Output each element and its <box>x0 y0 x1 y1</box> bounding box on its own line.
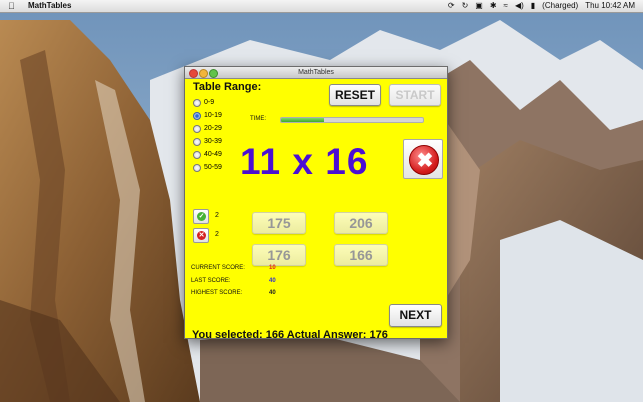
answer-button-4[interactable]: 166 <box>334 244 388 266</box>
range-option[interactable]: 30-39 <box>193 136 222 147</box>
window-title: MathTables <box>298 69 334 76</box>
volume-icon[interactable]: ◀) <box>515 0 524 12</box>
status-area: ⟳ ↻ ▣ ✱ ≈ ◀) ▮ (Charged) Thu 10:42 AM <box>448 0 635 12</box>
radio-button-icon[interactable] <box>193 150 201 159</box>
range-option[interactable]: 10-19 <box>193 110 222 121</box>
clock[interactable]: Thu 10:42 AM <box>585 0 635 12</box>
current-score-value: 10 <box>269 265 276 271</box>
range-option-label: 20-29 <box>204 125 222 132</box>
mathtables-window: MathTables Table Range: 0-9 10-19 20-29 30-… <box>184 66 448 341</box>
wrong-count-icon-box: ✕ <box>193 228 209 243</box>
range-option-label: 10-19 <box>204 112 222 119</box>
range-option-label: 0-9 <box>204 99 215 106</box>
range-option[interactable]: 50-59 <box>193 162 222 173</box>
range-option-label: 40-49 <box>204 151 222 158</box>
last-score-value: 40 <box>269 278 276 284</box>
bluetooth-icon[interactable]: ✱ <box>490 0 497 12</box>
battery-status[interactable]: (Charged) <box>542 0 578 12</box>
answer-button-3[interactable]: 176 <box>252 244 306 266</box>
radio-button-icon[interactable] <box>193 124 201 133</box>
menu-app-name[interactable]: MathTables <box>28 0 71 12</box>
radio-button-icon[interactable] <box>193 137 201 146</box>
radio-button-icon[interactable] <box>193 163 201 172</box>
screen-icon[interactable]: ▣ <box>475 0 483 12</box>
correct-count-icon-box: ✓ <box>193 209 209 224</box>
question-text: 11 x 16 <box>240 141 369 182</box>
range-option-label: 30-39 <box>204 138 222 145</box>
minimize-window-icon[interactable] <box>199 69 208 78</box>
zoom-window-icon[interactable] <box>209 69 218 78</box>
wrong-indicator: ✖ <box>403 139 443 179</box>
range-option[interactable]: 20-29 <box>193 123 222 134</box>
range-option[interactable]: 40-49 <box>193 149 222 160</box>
range-option-label: 50-59 <box>204 164 222 171</box>
highest-score-value: 40 <box>269 290 276 296</box>
start-button[interactable]: START <box>389 84 441 106</box>
check-icon: ✓ <box>197 212 206 221</box>
wrong-x-icon: ✖ <box>409 145 439 175</box>
wrong-count: 2 <box>215 231 219 238</box>
wifi-icon[interactable]: ≈ <box>504 0 508 12</box>
window-content: Table Range: 0-9 10-19 20-29 30-39 40-49 50-5… <box>185 79 447 341</box>
last-score-label: LAST SCORE: <box>191 278 231 284</box>
radio-button-icon[interactable] <box>193 98 201 107</box>
timemachine-icon[interactable]: ⟳ <box>448 0 455 12</box>
current-score-label: CURRENT SCORE: <box>191 265 245 271</box>
answer-button-2[interactable]: 206 <box>334 212 388 234</box>
cross-icon: ✕ <box>197 231 206 240</box>
next-button[interactable]: NEXT <box>389 304 442 327</box>
table-range-label: Table Range: <box>193 81 262 93</box>
apple-menu-icon[interactable]:  <box>8 0 15 12</box>
close-window-icon[interactable] <box>189 69 198 78</box>
sync-icon[interactable]: ↻ <box>462 0 469 12</box>
result-text: You selected: 166 Actual Answer: 176 <box>192 329 388 341</box>
highest-score-label: HIGHEST SCORE: <box>191 290 243 296</box>
time-progress-fill <box>281 118 324 122</box>
range-option[interactable]: 0-9 <box>193 97 214 108</box>
battery-icon[interactable]: ▮ <box>531 0 535 12</box>
window-titlebar[interactable]: MathTables <box>185 67 447 79</box>
time-progress-bar <box>280 117 424 123</box>
time-label: TIME: <box>250 116 266 122</box>
correct-count: 2 <box>215 212 219 219</box>
radio-button-icon[interactable] <box>193 111 201 120</box>
reset-button[interactable]: RESET <box>329 84 381 106</box>
answer-button-1[interactable]: 175 <box>252 212 306 234</box>
menu-bar:  MathTables ⟳ ↻ ▣ ✱ ≈ ◀) ▮ (Charged) Th… <box>0 0 643 13</box>
